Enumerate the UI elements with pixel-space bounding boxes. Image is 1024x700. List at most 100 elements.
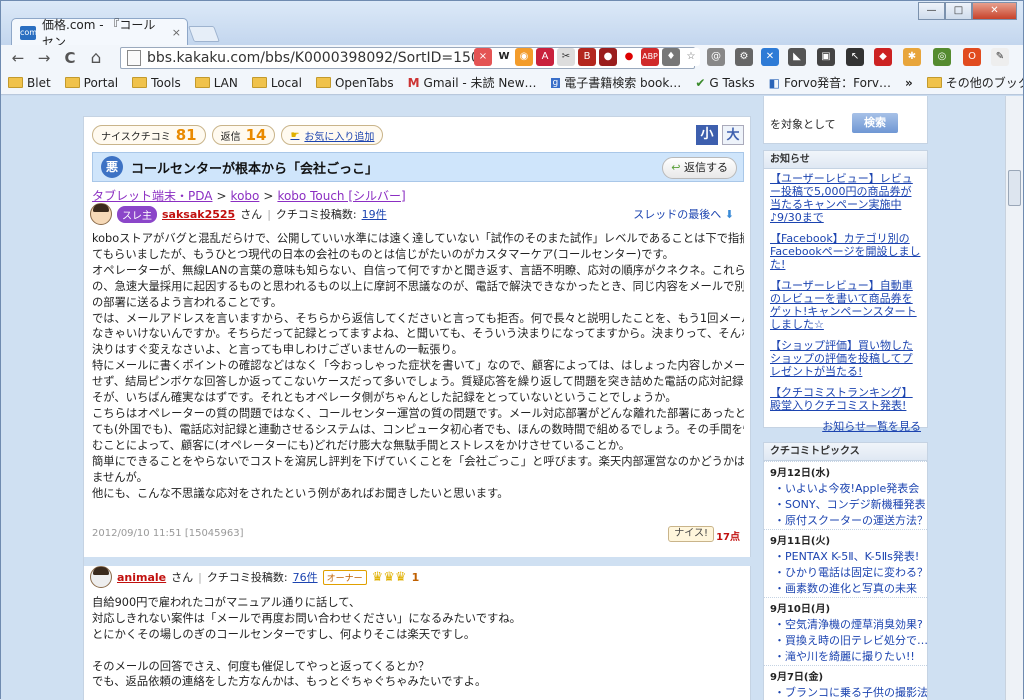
back-button[interactable]: ← [5,49,31,67]
breadcrumb-product[interactable]: kobo Touch [シルバー] [277,189,405,203]
extension-w-icon[interactable]: W [495,48,513,66]
post-text-line: koboストアがバグと混乱だらけで、公開していい水準には遠く達していない「試作の… [92,232,744,245]
extension-lock-icon[interactable]: @ [707,48,725,66]
right-sidebar: を対象として 検索 お知らせ 【ユーザーレビュー】レビュー投稿で5,000円の商… [763,96,928,700]
home-button[interactable]: ⌂ [83,48,109,68]
bookmark-gmail[interactable]: M Gmail - 未読 New… [401,74,544,91]
extension-eye-icon[interactable]: ◎ [933,48,951,66]
folder-icon [132,77,148,88]
add-favorite-button[interactable]: ☛ お気に入り追加 [281,125,384,145]
topic-item-link[interactable]: ・ブランコに乗る子供の撮影法? [764,685,927,700]
post-text-line: とにかくその場しのぎのコールセンターですし、何よりそこは楽天ですし。 [92,627,476,641]
topic-item-link[interactable]: ・滝や川を綺麗に撮りたい!! [764,649,927,665]
extension-cursor-icon[interactable]: ↖ [846,48,864,66]
bookmark-forvo[interactable]: ◧ Forvo発音：Forv… [762,74,898,91]
topic-item-link[interactable]: ・ひかり電話は固定に変わる？ [764,565,927,581]
extension-x-icon[interactable]: ✕ [761,48,779,66]
bookmark-other[interactable]: その他のブックマーク [920,74,1023,91]
post-text-line: せず、結局ピンボケな回答しか返ってこないケースだって多いでしょう。質疑応答を繰り… [92,375,744,389]
navigation-toolbar: ← → C ⌂ bbs.kakaku.com/bbs/K0000398092/S… [1,45,1023,71]
new-tab-button[interactable] [188,26,220,42]
topic-item-link[interactable]: ・PENTAX K-5Ⅱ、K-5Ⅱs発表! [764,549,927,565]
topic-item-link[interactable]: ・SONY、コンデジ新機種発表! [764,497,927,513]
bookmark-local[interactable]: Local [245,76,309,90]
post-count-link[interactable]: 76件 [293,569,318,585]
author-name-link[interactable]: saksak2525 [162,208,235,221]
extension-gear-icon[interactable]: ⚙ [735,48,753,66]
rss-icon[interactable]: ◉ [515,48,533,66]
bookmark-overflow-chevron[interactable]: » [898,76,920,90]
forward-button[interactable]: → [31,49,57,67]
post-text-line: オペレーターが、無線LANの言葉の意味も知らない、自信って何ですかと聞き返す、言… [92,263,744,277]
breadcrumb-category[interactable]: タブレット端末・PDA [92,189,212,203]
minimize-button[interactable]: — [918,2,945,20]
news-item-link[interactable]: 【ショップ評価】買い物したショップの評価を投稿してプレゼントが当たる! [770,339,921,378]
extension-car-icon[interactable]: ◆ [874,48,892,66]
reply-arrow-icon: ↩ [671,161,681,174]
post-count-link[interactable]: 19件 [362,206,387,222]
bookmark-portal[interactable]: Portal [58,76,125,90]
avatar [90,203,112,225]
search-button[interactable]: 検索 [852,113,898,133]
extension-lightbulb-icon[interactable]: ♦ [662,48,680,66]
opera-icon[interactable]: O [963,48,981,66]
reply-button[interactable]: ↩ 返信する [662,157,737,179]
extension-b-icon[interactable]: B [578,48,596,66]
topic-date: 9月10日(月) [764,597,927,617]
topic-date: 9月11日(火) [764,529,927,549]
bookmark-blet[interactable]: Blet [1,76,58,90]
adblock-icon[interactable]: ABP [641,48,659,66]
topic-item-link[interactable]: ・原付スクーターの運送方法？ [764,513,927,529]
breadcrumb-brand[interactable]: kobo [231,189,260,203]
to-thread-end-link[interactable]: スレッドの最後へ ⬇ [633,206,734,222]
bookmark-opentabs[interactable]: OpenTabs [309,76,401,90]
extension-clip-icon[interactable]: ✂ [557,48,575,66]
font-size-small-button[interactable]: 小 [696,125,718,145]
news-box: お知らせ 【ユーザーレビュー】レビュー投稿で5,000円の商品券が当たるキャンペ… [763,150,928,433]
news-item-link[interactable]: 【ユーザーレビュー】レビュー投稿で5,000円の商品券が当たるキャンペーン実施中… [770,172,921,224]
bookmark-star-icon[interactable]: ☆ [682,48,700,66]
news-item-link[interactable]: 【Facebook】カテゴリ別のFacebookページを開設しました! [770,232,921,271]
bookmark-lan[interactable]: LAN [188,76,245,90]
wrench-menu-icon[interactable]: ✎ [991,48,1009,66]
thread-owner-badge: スレ主 [117,205,157,223]
post2-body: 自給900円で雇われたコがマニュアル通りに話して、 対応しきれない案件は「メールで… [92,595,744,690]
browser-tab[interactable]: com 価格.com - 『コールセン × [11,18,188,49]
scrollbar-thumb[interactable] [1008,170,1021,206]
maximize-button[interactable]: □ [945,2,972,20]
font-size-large-button[interactable]: 大 [722,125,744,145]
vertical-scrollbar[interactable] [1005,96,1023,700]
post-text-line: 対応しきれない案件は「メールで再度お問い合わせください」になるみたいですね。 [92,611,521,625]
checkmark-icon: ✔ [695,75,706,90]
extension-puzzle-icon[interactable]: ✱ [903,48,921,66]
post2-author-line: animale さん | クチコミ投稿数: 76件 オーナー ♛♛♛ 1 [90,565,742,589]
post1-body: koboストアがバグと混乱だらけで、公開していい水準には遠く達していない「試作の… [92,231,744,561]
bookmark-ebook-search[interactable]: g 電子書籍検索 book… [544,74,689,91]
translate-icon[interactable]: A [536,48,554,66]
post-text-line: そのメールの回答でさえ、何度も催促してやっと返ってくるとか？ [92,659,430,673]
bookmark-tools[interactable]: Tools [125,76,188,90]
topic-item-link[interactable]: ・空気清浄機の煙草消臭効果? [764,617,927,633]
extension-red-circle-icon[interactable]: ● [599,48,617,66]
post-text-line: こちらはオペレーターの質の問題ではなく、コールセンター運営の質の問題です。メール… [92,406,744,420]
extension-screen-icon[interactable]: ▣ [817,48,835,66]
topic-item-link[interactable]: ・いよいよ今夜!Apple発表会 [764,481,927,497]
topic-date: 9月7日(金) [764,665,927,685]
tab-close-icon[interactable]: × [172,26,181,39]
news-item-link[interactable]: 【クチコミストランキング】殿堂入りクチコミスト発表! [770,386,921,412]
news-more-link[interactable]: お知らせ一覧を見る [770,420,921,433]
post-text-line: ても(外国でも)、電話応対記録と連動させるシステムは、コンピュータ初心者でも、ほ… [92,422,744,436]
pocket-icon[interactable]: ◣ [788,48,806,66]
reload-button[interactable]: C [57,49,83,67]
topic-item-link[interactable]: ・買換え時の旧テレビ処分で… [764,633,927,649]
extension-flag-icon[interactable]: ● [620,48,638,66]
post-text-line: の部署に送るよう言われることです。 [92,295,283,309]
close-window-button[interactable]: ✕ [972,2,1017,20]
extension-stop-icon[interactable]: × [474,48,492,66]
nice-button[interactable]: ナイス! [668,526,714,542]
news-item-link[interactable]: 【ユーザーレビュー】自動車のレビューを書いて商品券をゲット!キャンペーンスタート… [770,279,921,331]
author-name-link[interactable]: animale [117,571,166,584]
bookmark-g-tasks[interactable]: ✔ G Tasks [688,76,761,90]
page-icon [127,50,141,66]
topic-item-link[interactable]: ・画素数の進化と写真の未来 [764,581,927,597]
